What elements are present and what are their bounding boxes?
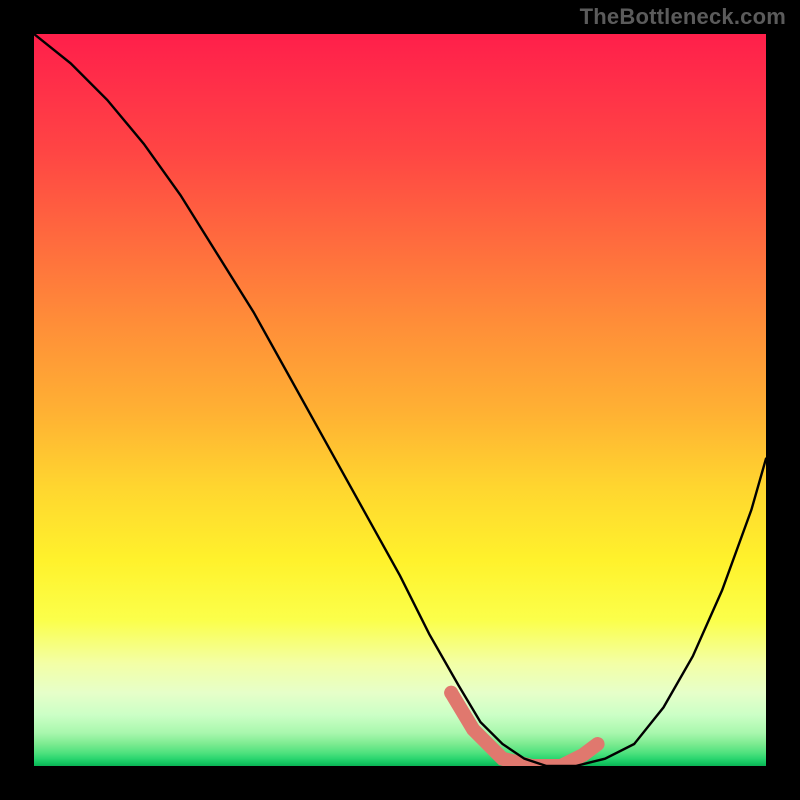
watermark-text: TheBottleneck.com xyxy=(580,4,786,30)
curve-layer xyxy=(34,34,766,766)
plot-area xyxy=(34,34,766,766)
chart-stage: TheBottleneck.com xyxy=(0,0,800,800)
bottleneck-curve xyxy=(34,34,766,766)
optimal-zone-highlight xyxy=(451,693,597,766)
